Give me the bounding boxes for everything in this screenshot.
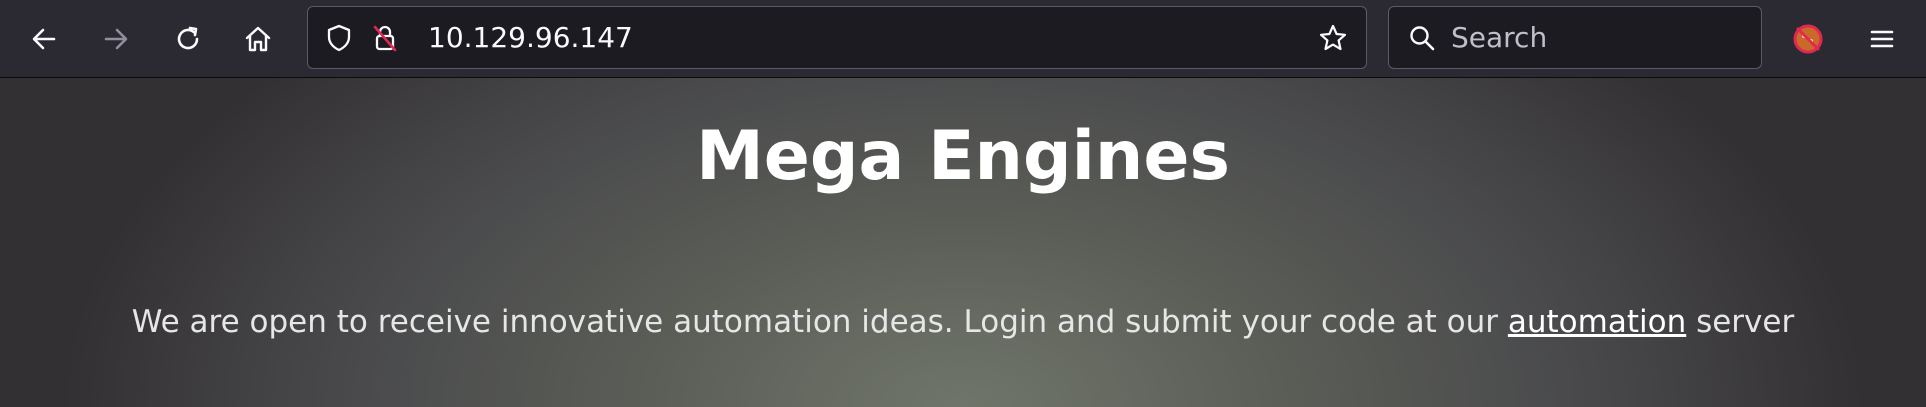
browser-toolbar: 10.129.96.147 Search: [0, 0, 1926, 78]
search-input[interactable]: Search: [1451, 7, 1547, 68]
arrow-left-icon: [28, 23, 60, 55]
search-icon: [1405, 21, 1439, 55]
extension-button[interactable]: [1786, 17, 1830, 61]
arrow-right-icon: [100, 23, 132, 55]
intro-text-before: We are open to receive innovative automa…: [131, 304, 1508, 340]
url-text[interactable]: 10.129.96.147: [428, 7, 633, 68]
insecure-lock-icon[interactable]: [368, 21, 402, 55]
intro-paragraph: We are open to receive innovative automa…: [0, 302, 1926, 342]
page-content: Mega Engines We are open to receive inno…: [0, 78, 1926, 407]
url-bar[interactable]: 10.129.96.147: [307, 6, 1367, 69]
search-bar[interactable]: Search: [1388, 6, 1762, 69]
home-button[interactable]: [236, 17, 280, 61]
reload-button[interactable]: [166, 17, 210, 61]
star-icon[interactable]: [1316, 21, 1350, 55]
automation-link[interactable]: automation: [1508, 304, 1686, 340]
forward-button[interactable]: [94, 17, 138, 61]
intro-text-after: server: [1686, 304, 1795, 340]
page-title: Mega Engines: [696, 117, 1230, 196]
home-icon: [242, 23, 274, 55]
shield-icon[interactable]: [322, 21, 356, 55]
app-menu-button[interactable]: [1860, 17, 1904, 61]
hamburger-menu-icon: [1867, 24, 1897, 54]
reload-icon: [172, 23, 204, 55]
back-button[interactable]: [22, 17, 66, 61]
extension-icon: [1790, 21, 1826, 57]
